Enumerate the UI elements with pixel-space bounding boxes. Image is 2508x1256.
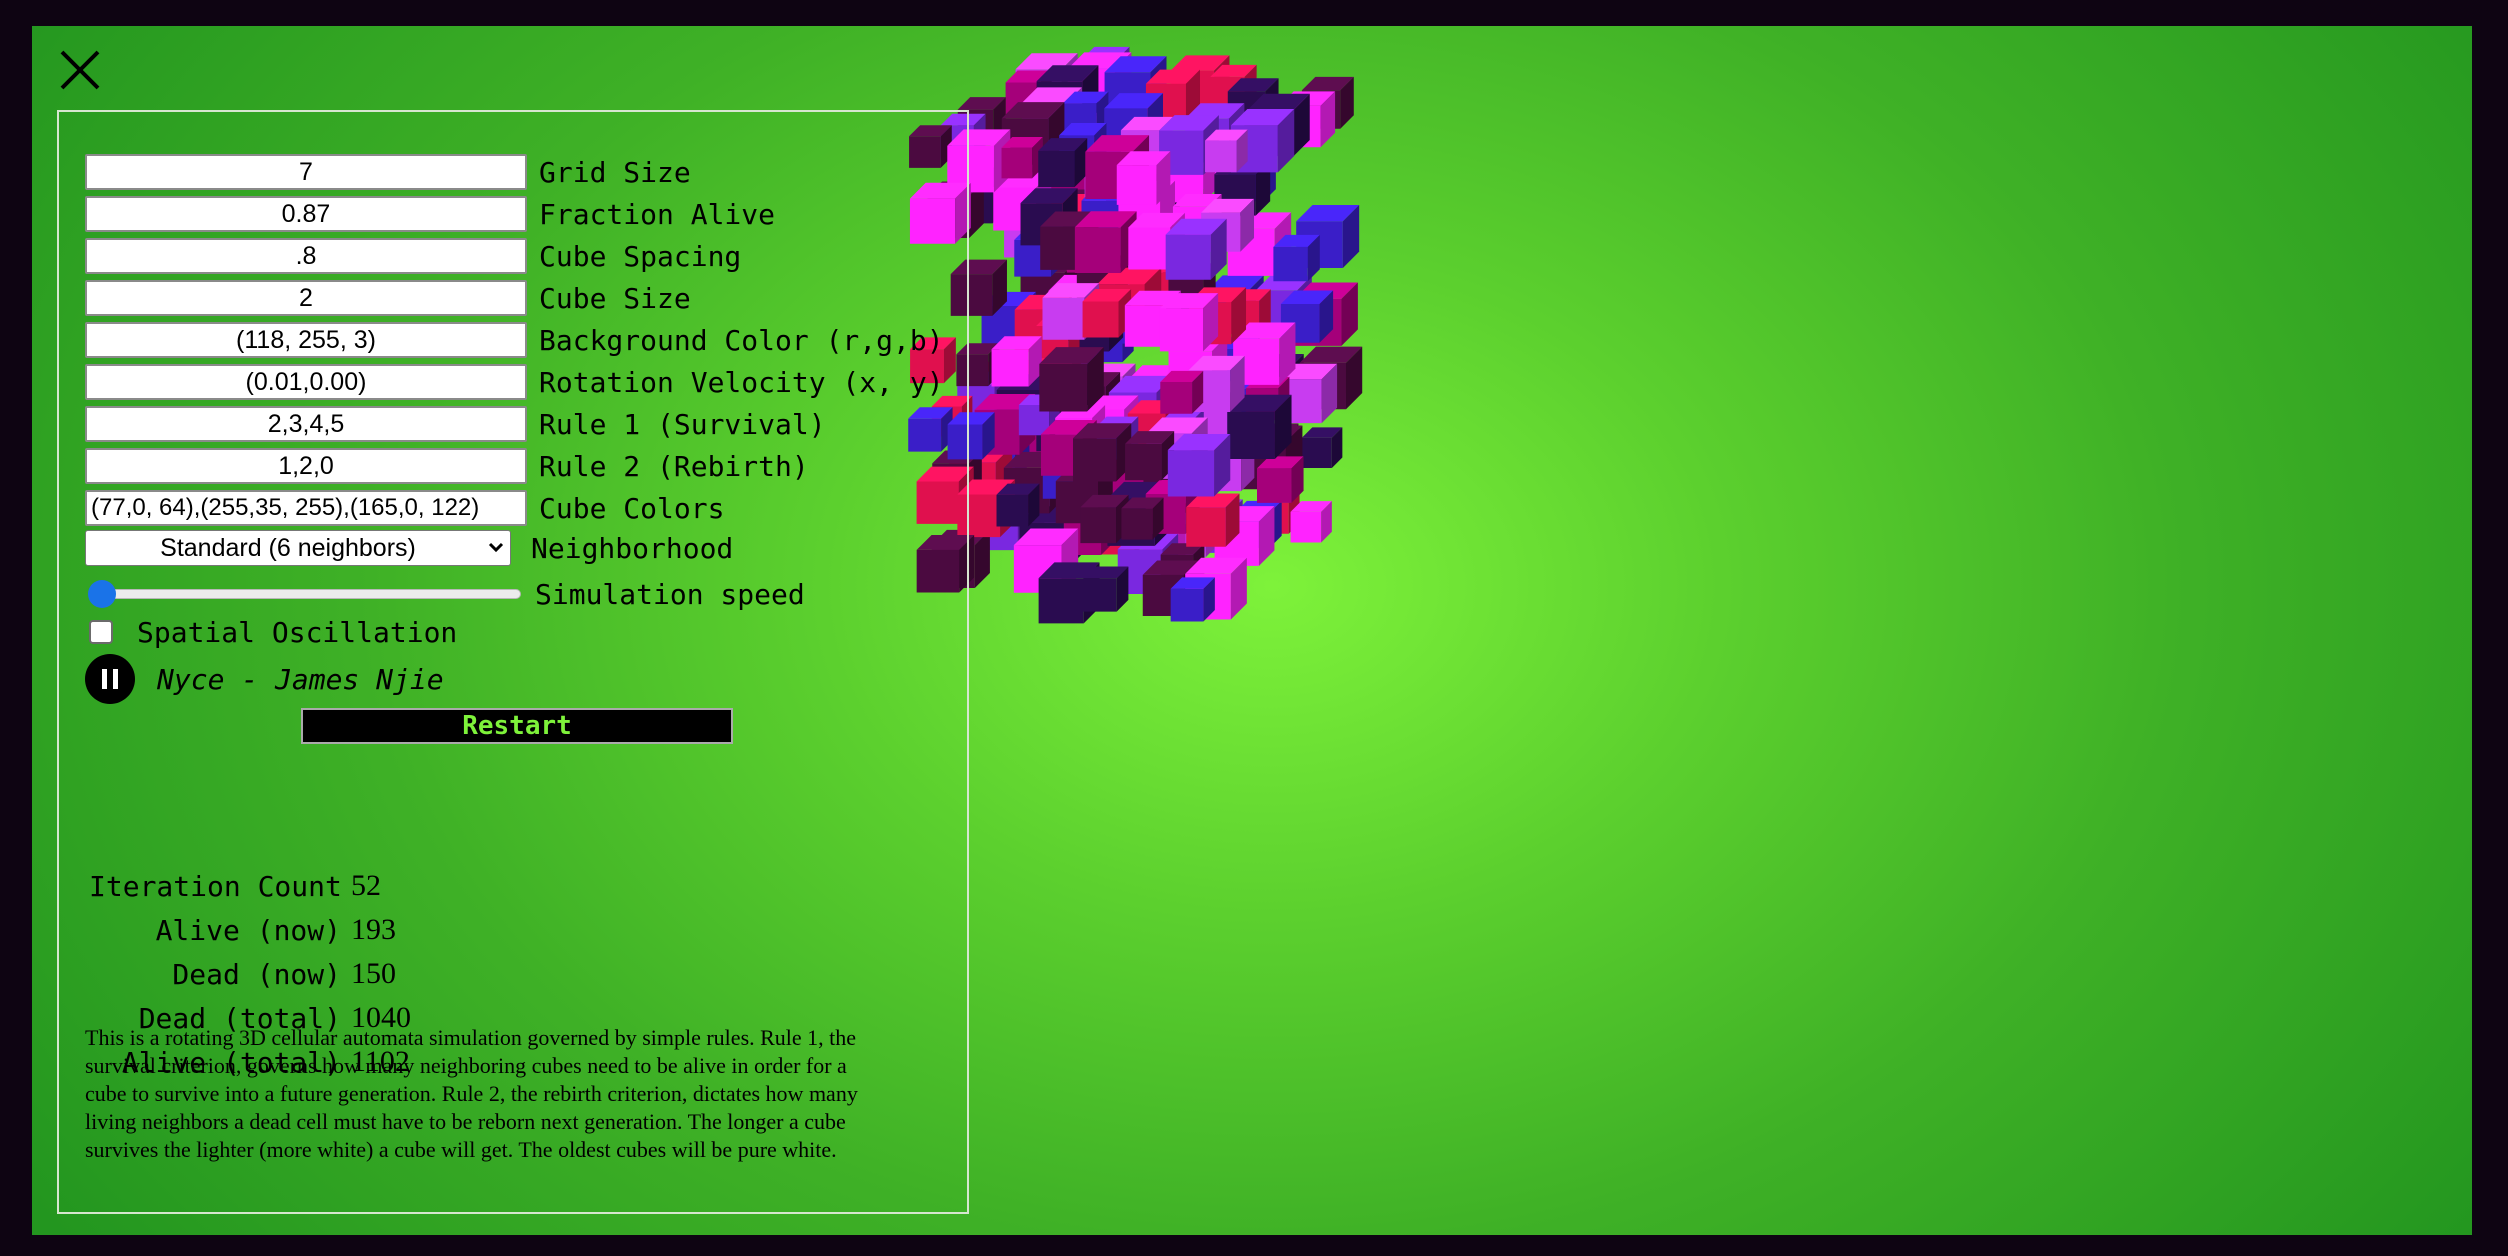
cube [1159, 293, 1219, 352]
rotation-velocity-input[interactable] [85, 364, 527, 400]
grid-size-input[interactable] [85, 154, 527, 190]
spatial-oscillation-checkbox[interactable] [89, 620, 113, 644]
cube-colors-label: Cube Colors [539, 491, 725, 525]
cube [1038, 138, 1088, 188]
slider-thumb[interactable] [88, 580, 116, 608]
cube [1121, 497, 1164, 540]
spatial-oscillation-label: Spatial Oscillation [137, 615, 458, 649]
music-track-name: Nyce - James Njie [157, 662, 444, 696]
cube [1257, 456, 1304, 503]
cube [1074, 211, 1137, 274]
dead-now-label: Dead (now) [172, 957, 341, 991]
background-color-label: Background Color (r,g,b) [539, 323, 944, 357]
cube [1273, 234, 1320, 282]
close-icon[interactable] [56, 46, 104, 94]
stat-row: Dead (now) 150 [89, 952, 411, 996]
iteration-count-value: 52 [351, 869, 381, 902]
cube-spacing-label: Cube Spacing [539, 239, 742, 273]
fraction-alive-input[interactable] [85, 196, 527, 232]
cube [1167, 433, 1231, 497]
cube [1080, 494, 1129, 544]
cube [1160, 370, 1204, 414]
cube-colors-input[interactable] [85, 490, 527, 526]
pause-icon[interactable] [85, 654, 135, 704]
description-text: This is a rotating 3D cellular automata … [85, 1025, 858, 1162]
rule2-input[interactable] [85, 448, 527, 484]
cube [1116, 151, 1171, 205]
cube [1205, 129, 1248, 173]
cube-size-label: Cube Size [539, 281, 691, 315]
cube [1186, 493, 1240, 547]
neighborhood-dropdown-wrap: Standard (6 neighbors) [85, 530, 511, 566]
cube [1039, 347, 1104, 412]
cube [1073, 423, 1132, 482]
alive-now-value: 193 [351, 913, 396, 946]
neighborhood-select[interactable]: Standard (6 neighbors) [85, 530, 511, 566]
cube [1083, 566, 1129, 612]
restart-button[interactable]: Restart [301, 708, 733, 744]
cube [1301, 427, 1343, 468]
grid-size-label: Grid Size [539, 155, 691, 189]
iteration-count-label: Iteration Count [89, 869, 342, 903]
stat-row: Alive (now) 193 [89, 908, 411, 952]
cube-spacing-input[interactable] [85, 238, 527, 274]
rule2-label: Rule 2 (Rebirth) [539, 449, 809, 483]
cube [1125, 431, 1175, 481]
fraction-alive-label: Fraction Alive [539, 197, 776, 231]
cube [1165, 218, 1227, 280]
neighborhood-label: Neighborhood [531, 531, 734, 565]
cube [1290, 501, 1332, 543]
cube [996, 483, 1040, 527]
simulation-speed-label: Simulation speed [535, 577, 805, 611]
alive-now-label: Alive (now) [155, 913, 341, 947]
stat-row: Iteration Count 52 [89, 864, 411, 908]
cube [991, 336, 1042, 387]
rule1-label: Rule 1 (Survival) [539, 407, 826, 441]
cube [1170, 577, 1215, 622]
dead-now-value: 150 [351, 957, 396, 990]
simulation-speed-slider[interactable] [88, 580, 521, 608]
background-color-input[interactable] [85, 322, 527, 358]
rotation-velocity-label: Rotation Velocity (x, y) [539, 365, 944, 399]
rule1-input[interactable] [85, 406, 527, 442]
cube [1082, 288, 1132, 338]
settings-panel: Grid Size Fraction Alive Cube Spacing Cu… [57, 110, 969, 1214]
cube [1001, 137, 1043, 179]
cube-size-input[interactable] [85, 280, 527, 316]
simulation-canvas[interactable]: Grid Size Fraction Alive Cube Spacing Cu… [32, 26, 2472, 1235]
